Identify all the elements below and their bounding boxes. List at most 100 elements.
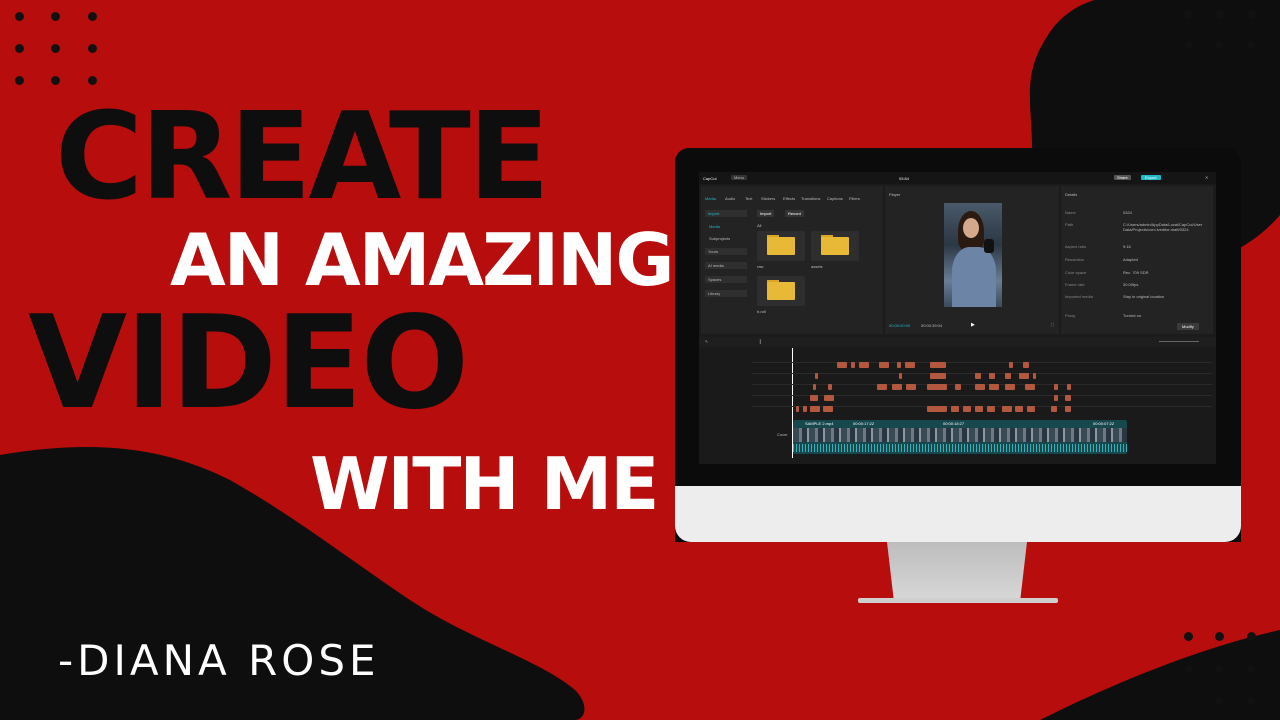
detail-key: Proxy (1065, 313, 1076, 318)
timeline-clip[interactable] (930, 373, 946, 379)
timeline-clip[interactable] (810, 406, 820, 412)
timeline-clip[interactable] (975, 384, 985, 390)
timeline-clip[interactable] (906, 384, 916, 390)
detail-value: Turned on (1123, 313, 1142, 318)
detail-key: Color space (1065, 270, 1087, 275)
tab-stickers[interactable]: Stickers (761, 196, 775, 201)
timeline-clip[interactable] (1019, 373, 1029, 379)
modify-button[interactable]: Modify (1177, 323, 1199, 330)
fullscreen-icon[interactable]: ⛶ (1051, 322, 1054, 327)
timeline-clip[interactable] (989, 384, 999, 390)
timeline-clip[interactable] (837, 362, 847, 368)
menu-button[interactable]: Menu (731, 175, 748, 180)
sidebar-item-subprojects[interactable]: Subprojects (709, 236, 730, 241)
timeline-clip[interactable] (951, 406, 959, 412)
timeline-clip[interactable] (955, 384, 961, 390)
timeline-clip[interactable] (803, 406, 807, 412)
sidebar-item-spaces[interactable]: Spaces (705, 276, 747, 283)
timeline-clip[interactable] (897, 362, 901, 368)
timeline-clip[interactable] (824, 395, 834, 401)
timeline-clip[interactable] (899, 373, 902, 379)
timeline-clip[interactable] (1025, 384, 1035, 390)
timeline-clip[interactable] (810, 395, 818, 401)
timeline-clip[interactable] (823, 406, 833, 412)
player-panel: Player 00:00:00:00 00:00:39:04 ▶ ⛶ (885, 186, 1059, 334)
main-clip-label: SAMPLE 2.mp4 (805, 421, 834, 426)
main-video-track[interactable]: SAMPLE 2.mp4 00:00:17:22 00:00:18:27 00:… (793, 420, 1127, 454)
cover-label[interactable]: Cover (777, 432, 788, 437)
media-panel: Media Audio Text Stickers Effects Transi… (701, 186, 883, 334)
current-time: 00:00:00:00 (889, 323, 911, 328)
timeline-clip[interactable] (796, 406, 799, 412)
timeline-clip[interactable] (975, 373, 981, 379)
timeline-clip[interactable] (975, 406, 983, 412)
timeline-clip[interactable] (1065, 395, 1071, 401)
share-button[interactable]: Share (1114, 175, 1131, 180)
person-body (952, 247, 996, 307)
timeline-clip[interactable] (892, 384, 902, 390)
timeline-clip[interactable] (828, 384, 832, 390)
zoom-slider[interactable] (1159, 341, 1199, 342)
detail-key: Aspect ratio (1065, 244, 1087, 249)
folder-b-roll-label: b-roll (757, 309, 766, 314)
sidebar-item-import[interactable]: Import (705, 210, 747, 217)
project-time: 05:84 (899, 176, 910, 181)
select-tool-icon[interactable]: ↖ (705, 339, 708, 344)
sidebar-item-media[interactable]: Media (709, 224, 720, 229)
export-button[interactable]: Export (1141, 175, 1161, 180)
timeline-clip[interactable] (859, 362, 869, 368)
close-icon[interactable]: ✕ (1205, 175, 1208, 180)
tab-audio[interactable]: Audio (725, 196, 735, 201)
timeline-clip[interactable] (987, 406, 995, 412)
tab-captions[interactable]: Captions (827, 196, 843, 201)
timeline-clip[interactable] (879, 362, 889, 368)
video-editor-screen: CapCut Menu 05:84 Share Export ✕ Media A… (699, 172, 1216, 464)
detail-value: Rec. 709 SDR (1123, 270, 1149, 275)
sidebar-item-ai-media[interactable]: AI media (705, 262, 747, 269)
detail-key: Frame rate (1065, 282, 1085, 287)
folder-assets[interactable] (811, 231, 859, 261)
tab-text[interactable]: Text (745, 196, 752, 201)
timeline-clip[interactable] (815, 373, 818, 379)
tab-filters[interactable]: Filters (849, 196, 860, 201)
play-icon[interactable]: ▶ (971, 322, 975, 328)
timeline-clip[interactable] (1027, 406, 1035, 412)
tab-effects[interactable]: Effects (783, 196, 795, 201)
tab-transitions[interactable]: Transitions (801, 196, 820, 201)
timeline-clip[interactable] (1051, 406, 1057, 412)
sidebar-item-library[interactable]: Library (705, 290, 747, 297)
record-button[interactable]: Record (785, 210, 804, 217)
folder-raw[interactable] (757, 231, 805, 261)
timeline-clip[interactable] (930, 362, 946, 368)
details-title: Details (1065, 192, 1078, 197)
split-icon[interactable]: ┃ (759, 339, 761, 344)
timeline-clip[interactable] (989, 373, 995, 379)
timeline-clip[interactable] (1054, 384, 1058, 390)
timeline-clip[interactable] (1033, 373, 1036, 379)
timeline-clip[interactable] (1002, 406, 1012, 412)
timeline-clip[interactable] (1067, 384, 1071, 390)
timeline-clip[interactable] (963, 406, 971, 412)
timeline-clip[interactable] (1015, 406, 1023, 412)
timeline-clip[interactable] (877, 384, 887, 390)
timeline-clip[interactable] (1005, 373, 1011, 379)
timeline-clip[interactable] (1023, 362, 1029, 368)
main-clip-time: 00:00:18:27 (943, 421, 965, 426)
sidebar-item-yours[interactable]: Yours (705, 248, 747, 255)
timeline-clip[interactable] (905, 362, 915, 368)
timeline-clip[interactable] (813, 384, 816, 390)
main-clip-time: 00:00:07:22 (1093, 421, 1115, 426)
import-button[interactable]: Import (757, 210, 775, 217)
timeline-clip[interactable] (851, 362, 855, 368)
author-name: -DIANA ROSE (58, 636, 380, 685)
timeline-clip[interactable] (1005, 384, 1015, 390)
timeline-clip[interactable] (927, 384, 947, 390)
detail-value: Stay in original location (1123, 294, 1165, 299)
timeline-clip[interactable] (1065, 406, 1071, 412)
folder-b-roll[interactable] (757, 276, 805, 306)
timeline-clip[interactable] (1054, 395, 1058, 401)
tab-media[interactable]: Media (705, 196, 716, 201)
timeline-clip[interactable] (1009, 362, 1013, 368)
timeline-toolbar: ↖ ┃ (699, 337, 1216, 347)
timeline-clip[interactable] (927, 406, 947, 412)
